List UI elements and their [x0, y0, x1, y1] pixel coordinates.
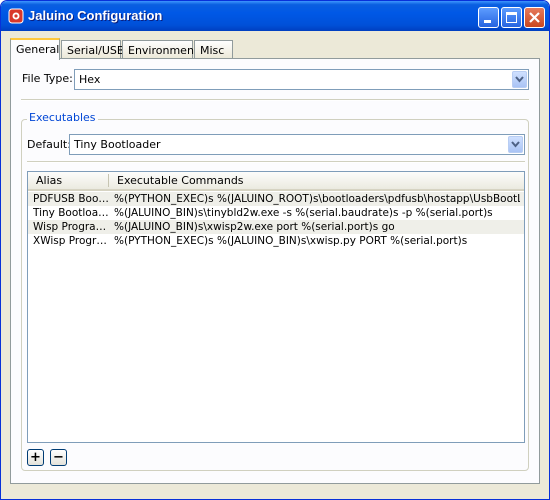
file-type-select[interactable]: Hex	[74, 69, 529, 90]
column-header-commands[interactable]: Executable Commands	[117, 174, 244, 187]
tab-environment-label: Environment	[128, 44, 199, 57]
table-row[interactable]: Tiny Bootloa… %(JALUINO_BIN)s\tinybld2w.…	[28, 206, 524, 220]
plus-icon: +	[30, 450, 41, 465]
tab-general[interactable]: General	[10, 38, 60, 60]
divider	[27, 161, 525, 163]
tab-serial-usb[interactable]: Serial/USB	[61, 40, 125, 58]
command-cell: %(PYTHON_EXEC)s %(JALUINO_BIN)s\xwisp.py…	[114, 235, 468, 247]
executables-group-title: Executables	[27, 111, 98, 124]
divider	[21, 99, 529, 101]
command-cell: %(JALUINO_BIN)s\xwisp2w.exe port %(seria…	[114, 221, 395, 233]
default-executable-dropdown-button[interactable]	[508, 136, 523, 153]
minimize-button[interactable]	[478, 7, 499, 28]
default-executable-label: Default:	[27, 138, 71, 151]
alias-cell: XWisp Progr…	[33, 235, 107, 247]
minimize-icon	[484, 20, 491, 23]
table-row[interactable]: Wisp Progra… %(JALUINO_BIN)s\xwisp2w.exe…	[28, 220, 524, 234]
file-type-value: Hex	[79, 73, 101, 86]
maximize-icon	[506, 12, 517, 23]
column-divider[interactable]	[108, 174, 109, 187]
column-header-alias[interactable]: Alias	[36, 174, 62, 187]
configuration-window: Jaluino Configuration General Serial/USB…	[0, 0, 550, 500]
minus-icon: −	[53, 450, 64, 465]
tab-environment[interactable]: Environment	[122, 40, 198, 58]
close-button[interactable]	[524, 7, 545, 28]
tab-misc-label: Misc	[200, 44, 225, 57]
chevron-down-icon	[511, 141, 520, 148]
tab-general-label: General	[16, 43, 60, 56]
executables-table[interactable]: Alias Executable Commands PDFUSB Boo… %(…	[27, 171, 525, 443]
table-row[interactable]: PDFUSB Boo… %(PYTHON_EXEC)s %(JALUINO_RO…	[28, 192, 524, 206]
alias-cell: PDFUSB Boo…	[33, 193, 109, 205]
table-header: Alias Executable Commands	[28, 172, 524, 191]
command-cell: %(PYTHON_EXEC)s %(JALUINO_ROOT)s\bootloa…	[114, 193, 520, 205]
alias-cell: Tiny Bootloa…	[33, 207, 109, 219]
tab-serial-usb-label: Serial/USB	[67, 44, 125, 57]
window-title: Jaluino Configuration	[28, 8, 163, 23]
file-type-dropdown-button[interactable]	[512, 71, 527, 88]
maximize-button[interactable]	[501, 7, 522, 28]
alias-cell: Wisp Progra…	[33, 221, 107, 233]
table-row[interactable]: XWisp Progr… %(PYTHON_EXEC)s %(JALUINO_B…	[28, 234, 524, 248]
jaluino-app-icon	[8, 8, 24, 24]
command-cell: %(JALUINO_BIN)s\tinybld2w.exe -s %(seria…	[114, 207, 493, 219]
file-type-label: File Type:	[22, 72, 73, 85]
remove-executable-button[interactable]: −	[50, 449, 67, 466]
close-icon	[529, 12, 540, 23]
add-executable-button[interactable]: +	[27, 449, 44, 466]
default-executable-select[interactable]: Tiny Bootloader	[69, 134, 525, 155]
title-bar[interactable]: Jaluino Configuration	[1, 1, 549, 31]
tab-misc[interactable]: Misc	[194, 40, 233, 58]
default-executable-value: Tiny Bootloader	[74, 138, 161, 151]
general-panel: File Type: Hex Executables Default: Tiny…	[10, 58, 540, 484]
chevron-down-icon	[515, 76, 524, 83]
